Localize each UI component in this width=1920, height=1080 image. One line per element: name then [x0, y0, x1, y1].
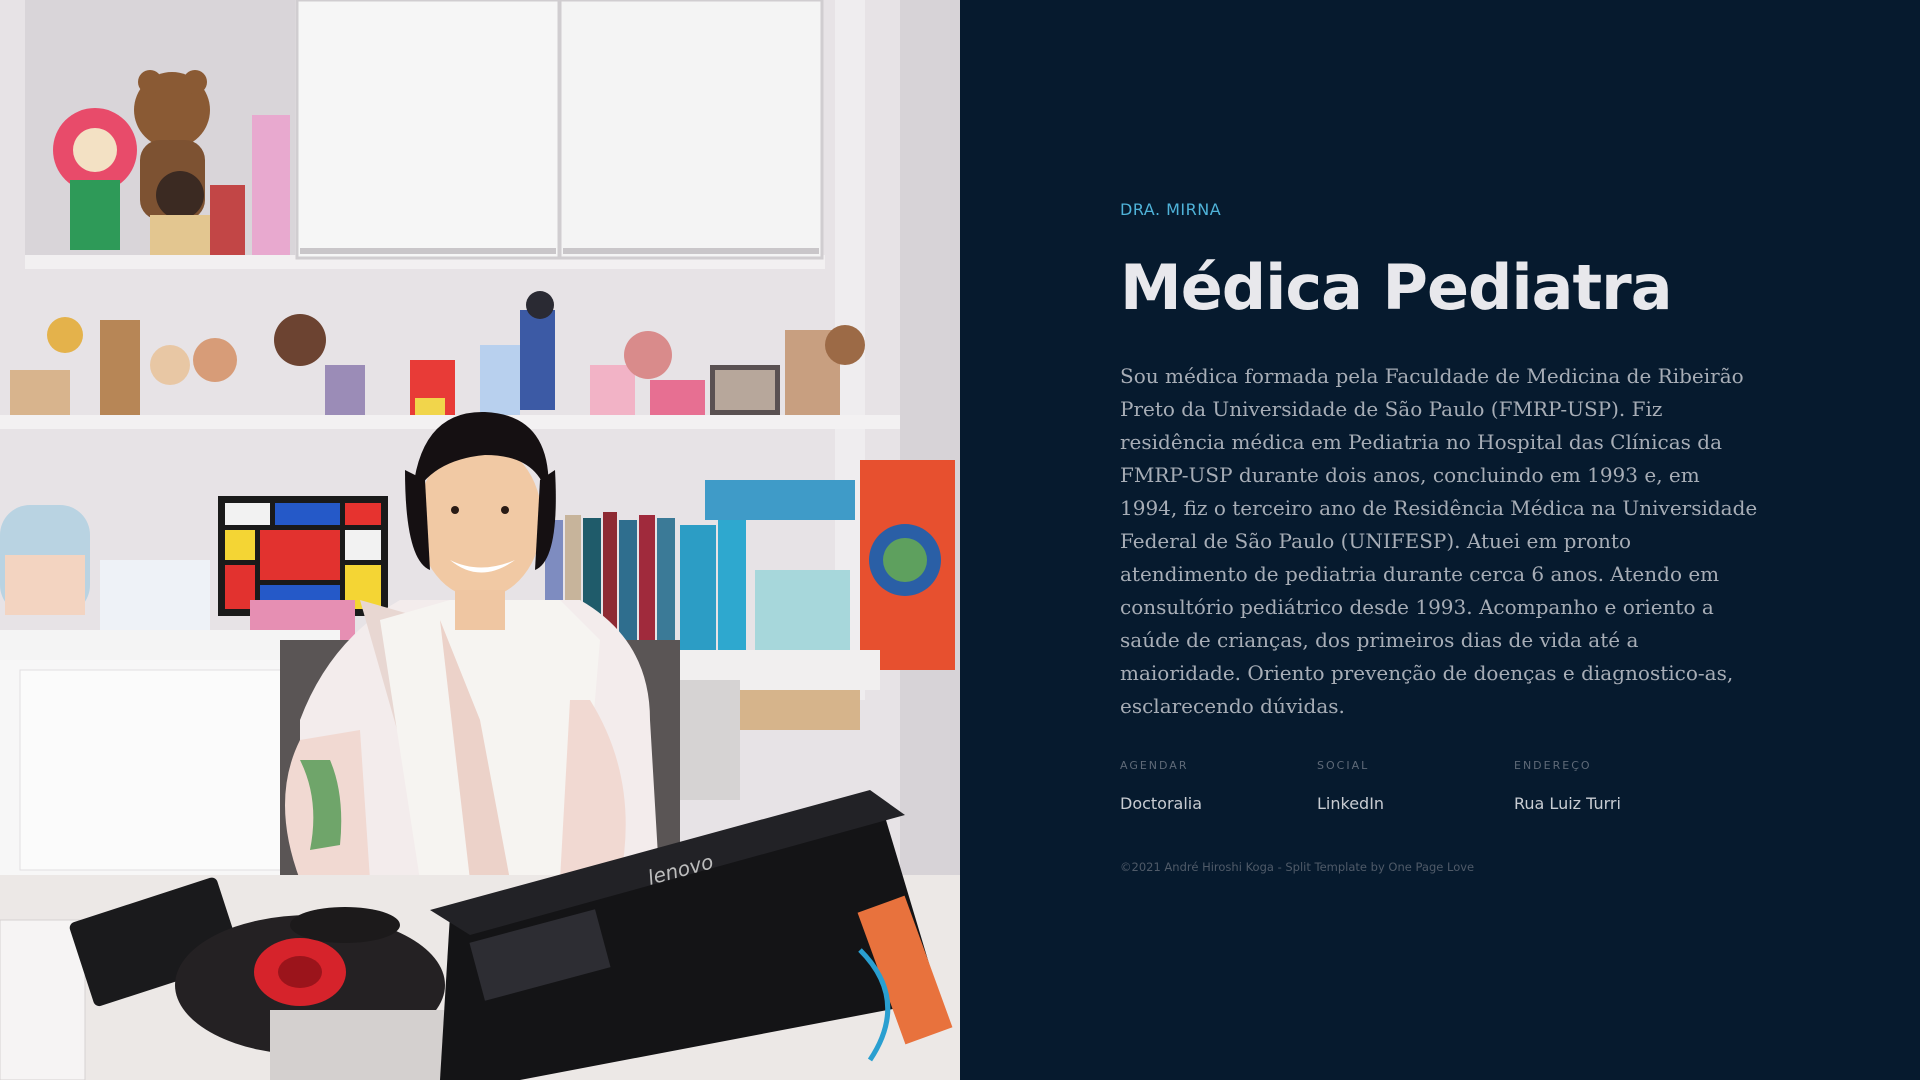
info-heading-social: SOCIAL — [1317, 759, 1370, 773]
info-column-social: SOCIAL LinkedIn — [1317, 759, 1514, 814]
linkedin-link[interactable]: LinkedIn — [1317, 794, 1384, 813]
bio-paragraph: Sou médica formada pela Faculdade de Med… — [1120, 364, 1758, 719]
doctor-photo: lenovo — [0, 0, 960, 1080]
address-link[interactable]: Rua Luiz Turri — [1514, 794, 1621, 813]
page-title: Médica Pediatra — [1120, 251, 1673, 324]
content-column: DRA. MIRNA Médica Pediatra Sou médica fo… — [1120, 200, 1770, 874]
doctoralia-link[interactable]: Doctoralia — [1120, 794, 1202, 813]
info-heading-schedule: AGENDAR — [1120, 759, 1189, 773]
info-column-address: ENDEREÇO Rua Luiz Turri — [1514, 759, 1711, 814]
doctor-name-kicker: DRA. MIRNA — [1120, 200, 1222, 219]
content-panel: DRA. MIRNA Médica Pediatra Sou médica fo… — [960, 0, 1920, 1080]
info-column-schedule: AGENDAR Doctoralia — [1120, 759, 1317, 814]
info-links-row: AGENDAR Doctoralia SOCIAL LinkedIn ENDER… — [1120, 759, 1770, 814]
info-heading-address: ENDEREÇO — [1514, 759, 1592, 773]
split-page: lenovo DRA. MIRNA Médica Pediatra Sou mé… — [0, 0, 1920, 1080]
footer-credit: ©2021 André Hiroshi Koga - Split Templat… — [1120, 860, 1475, 875]
